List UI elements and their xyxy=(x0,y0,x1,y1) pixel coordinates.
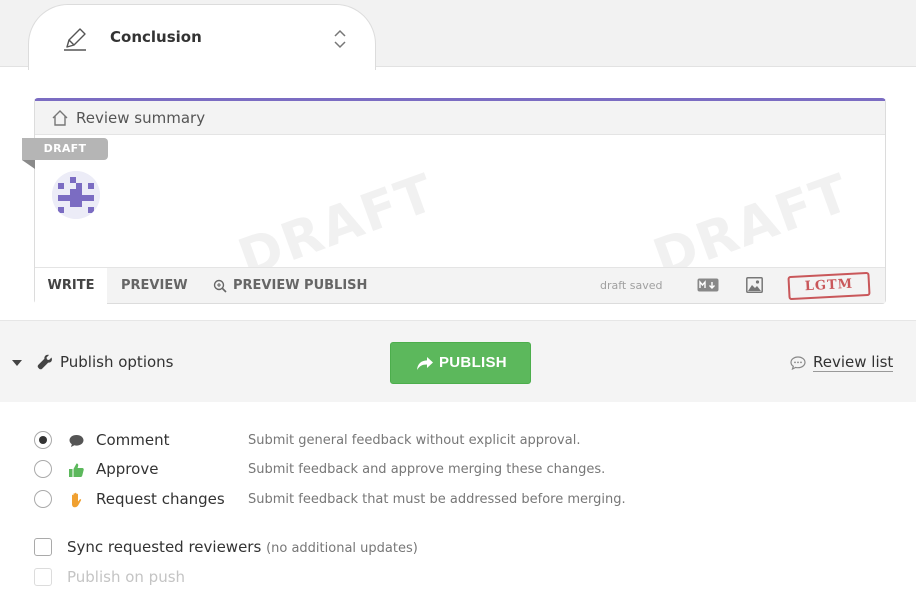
verdict-label: Approve xyxy=(96,460,159,478)
radio-request-changes[interactable] xyxy=(34,490,52,508)
editor-header: Review summary xyxy=(35,101,885,135)
editor-toolbar: WRITE PREVIEW PREVIEW PUBLISH draft save… xyxy=(35,267,885,304)
publish-on-push-label: Publish on push xyxy=(67,568,186,586)
tab-preview-publish[interactable]: PREVIEW PUBLISH xyxy=(213,268,367,304)
verdict-description: Submit general feedback without explicit… xyxy=(248,433,581,448)
tab-preview[interactable]: PREVIEW xyxy=(121,268,188,304)
image-icon[interactable] xyxy=(746,277,763,293)
comment-icon xyxy=(69,435,84,447)
share-icon xyxy=(417,357,433,370)
verdict-description: Submit feedback and approve merging thes… xyxy=(248,462,606,477)
verdict-approve[interactable]: Approve Submit feedback and approve merg… xyxy=(34,458,654,482)
publish-options-toggle[interactable]: Publish options xyxy=(60,353,173,371)
tab-write[interactable]: WRITE xyxy=(35,268,107,304)
review-list-label: Review list xyxy=(813,353,894,372)
verdict-description: Submit feedback that must be addressed b… xyxy=(248,492,626,507)
publish-on-push-checkbox xyxy=(34,568,52,586)
radio-approve[interactable] xyxy=(34,460,52,478)
home-icon xyxy=(52,110,68,126)
chevron-up-down-icon[interactable] xyxy=(333,27,347,51)
sync-reviewers-checkbox[interactable] xyxy=(34,538,52,556)
tab-conclusion[interactable]: Conclusion xyxy=(28,4,376,70)
lgtm-stamp[interactable]: LGTM xyxy=(787,271,871,301)
caret-down-icon[interactable] xyxy=(12,359,22,367)
draft-ribbon: DRAFT xyxy=(22,138,108,160)
review-summary-editor[interactable]: Review summary DRAFT DRAFT DRAFT WRITE P… xyxy=(22,98,886,304)
zoom-icon xyxy=(213,279,227,293)
markdown-icon[interactable] xyxy=(697,278,719,292)
publish-options-bar: Publish options PUBLISH Review list xyxy=(0,320,916,402)
draft-status: draft saved xyxy=(600,279,663,292)
speech-bubble-icon xyxy=(790,356,806,370)
radio-comment[interactable] xyxy=(34,431,52,449)
editor-title: Review summary xyxy=(76,109,206,127)
pencil-icon xyxy=(64,28,86,51)
publish-button[interactable]: PUBLISH xyxy=(390,342,531,384)
verdict-request-changes[interactable]: Request changes Submit feedback that mus… xyxy=(34,488,654,512)
verdict-label: Comment xyxy=(96,431,170,449)
verdict-comment[interactable]: Comment Submit general feedback without … xyxy=(34,429,654,453)
sync-reviewers-label: Sync requested reviewers (no additional … xyxy=(67,538,418,556)
tab-title: Conclusion xyxy=(110,28,202,46)
sync-reviewers-note: (no additional updates) xyxy=(266,541,418,556)
review-list-link[interactable]: Review list xyxy=(790,353,894,372)
wrench-icon xyxy=(37,354,52,370)
verdict-label: Request changes xyxy=(96,490,225,508)
thumbs-up-icon xyxy=(69,463,84,477)
publish-on-push-option: Publish on push xyxy=(34,567,534,589)
avatar xyxy=(52,171,100,219)
sync-reviewers-option[interactable]: Sync requested reviewers (no additional … xyxy=(34,537,534,559)
draft-ribbon-fold xyxy=(22,160,35,169)
publish-button-label: PUBLISH xyxy=(439,354,507,371)
hand-icon xyxy=(72,492,82,508)
tab-preview-publish-label: PREVIEW PUBLISH xyxy=(233,278,368,293)
